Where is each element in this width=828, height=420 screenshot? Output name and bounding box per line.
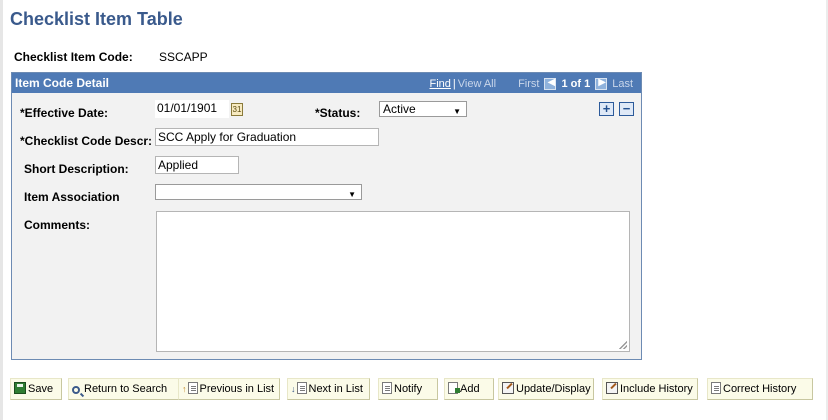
scroll-navigation: Find | View All First ◀ 1 of 1 ▶ Last — [429, 77, 633, 90]
update-display-label: Update/Display — [516, 383, 591, 395]
view-all-link[interactable]: View All — [458, 78, 496, 90]
history-icon — [606, 382, 618, 394]
status-select-value: Active — [383, 102, 416, 116]
arrow-down-icon: ↓ — [291, 384, 296, 394]
last-label: Last — [612, 78, 633, 90]
chevron-down-icon: ▼ — [348, 190, 356, 199]
add-button[interactable]: Add — [444, 378, 494, 400]
short-description-input[interactable]: Applied — [155, 156, 239, 174]
window-left-border — [0, 0, 3, 420]
short-description-label: Short Description: — [24, 162, 129, 176]
checklist-code-descr-label: *Checklist Code Descr: — [20, 134, 153, 148]
delete-row-button[interactable]: − — [619, 102, 634, 116]
notify-label: Notify — [394, 383, 423, 395]
item-association-label: Item Association — [24, 190, 120, 204]
notify-button[interactable]: Notify — [378, 378, 438, 400]
add-label: Add — [460, 383, 480, 395]
save-button[interactable]: Save — [10, 378, 62, 400]
nav-separator: | — [452, 78, 456, 90]
return-to-search-label: Return to Search — [84, 383, 168, 395]
effective-date-label: *Effective Date: — [20, 106, 109, 120]
previous-in-list-button[interactable]: ↑ Previous in List — [178, 378, 280, 400]
search-icon — [72, 386, 80, 394]
next-in-list-button[interactable]: ↓ Next in List — [287, 378, 370, 400]
save-icon — [14, 382, 26, 394]
comments-label: Comments: — [24, 218, 91, 232]
checklist-code-descr-input[interactable]: SCC Apply for Graduation — [155, 128, 379, 146]
first-label: First — [518, 78, 540, 90]
calendar-icon[interactable]: 31 — [231, 103, 243, 116]
save-button-label: Save — [28, 383, 54, 395]
update-display-button[interactable]: Update/Display — [498, 378, 594, 400]
effective-date-input[interactable]: 01/01/1901 — [155, 100, 229, 118]
notify-icon — [382, 382, 392, 394]
document-icon — [296, 382, 307, 394]
item-code-detail-title: Item Code Detail — [15, 76, 110, 90]
document-icon — [187, 382, 198, 394]
item-code-detail-panel: Item Code Detail Find | View All First ◀… — [11, 72, 642, 360]
page-title: Checklist Item Table — [10, 9, 183, 29]
item-code-detail-header: Item Code Detail Find | View All First ◀… — [12, 73, 641, 93]
row-count: 1 of 1 — [561, 78, 591, 90]
include-history-label: Include History — [620, 383, 693, 395]
correct-history-button[interactable]: Correct History — [707, 378, 813, 400]
item-association-select[interactable]: ▼ — [155, 184, 362, 200]
status-label: *Status: — [315, 106, 361, 120]
comments-textarea[interactable] — [156, 211, 630, 352]
previous-in-list-label: Previous in List — [199, 383, 275, 395]
add-icon — [448, 382, 460, 394]
find-link[interactable]: Find — [429, 78, 450, 90]
checklist-item-code-value: SSCAPP — [159, 50, 208, 64]
resize-grip-icon[interactable] — [619, 341, 627, 349]
next-in-list-label: Next in List — [308, 383, 363, 395]
arrow-up-icon: ↑ — [182, 384, 187, 394]
return-to-search-button[interactable]: Return to Search — [68, 378, 182, 400]
include-history-button[interactable]: Include History — [602, 378, 698, 400]
checklist-item-code-label: Checklist Item Code: — [14, 50, 133, 64]
arrow-left-icon[interactable]: ◀ — [544, 77, 557, 90]
correct-history-label: Correct History — [723, 383, 797, 395]
edit-icon — [502, 382, 514, 394]
add-row-button[interactable]: + — [599, 102, 614, 116]
chevron-down-icon: ▼ — [453, 107, 461, 116]
arrow-right-icon[interactable]: ▶ — [595, 77, 608, 90]
correct-history-icon — [711, 382, 721, 394]
status-select[interactable]: Active ▼ — [379, 101, 467, 117]
